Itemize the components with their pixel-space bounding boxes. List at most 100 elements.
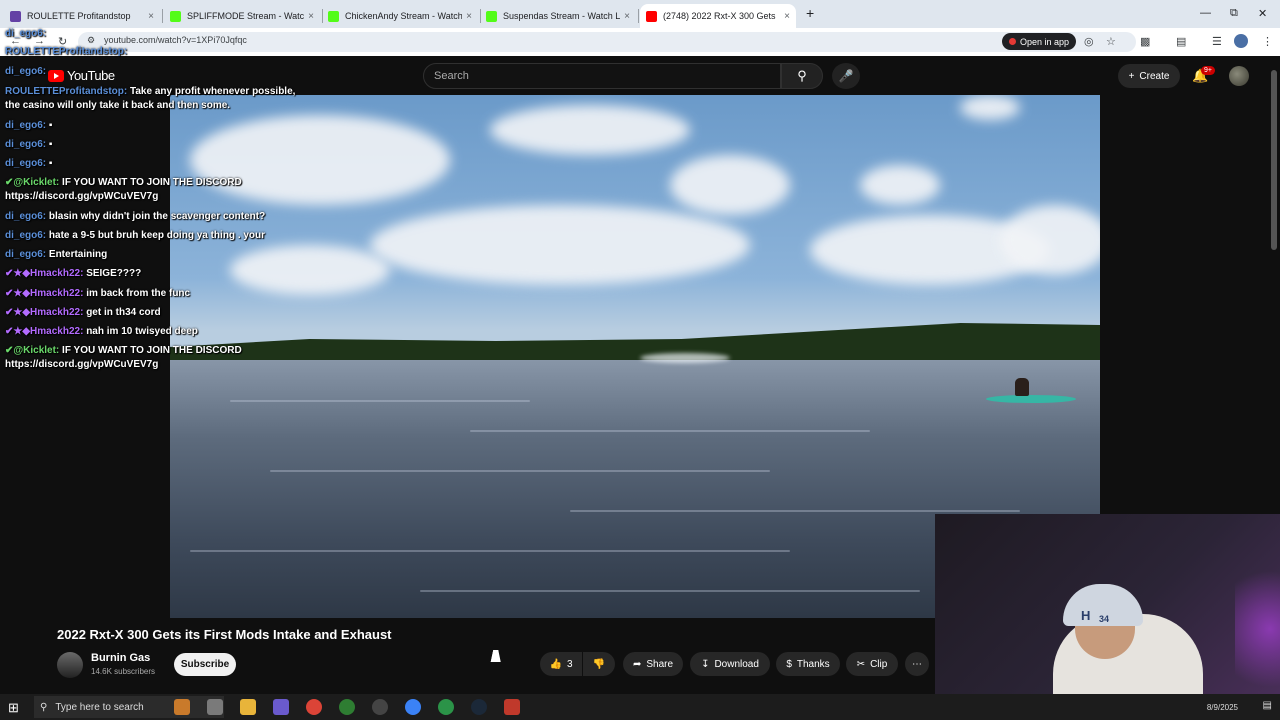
taskbar-app-icon[interactable] xyxy=(339,699,355,715)
tab-title: ChickenAndy Stream - Watch Li xyxy=(345,11,463,21)
like-button[interactable]: 👍 3 xyxy=(540,652,582,676)
taskbar-date[interactable]: 8/9/2025 xyxy=(1207,703,1238,712)
browser-tab[interactable]: ChickenAndy Stream - Watch Li × xyxy=(322,4,478,28)
tab-title: (2748) 2022 Rxt-X 300 Gets xyxy=(663,11,776,21)
tree-line xyxy=(170,323,1100,363)
taskbar-app-icon[interactable] xyxy=(471,699,487,715)
share-button[interactable]: ➦ Share xyxy=(623,652,683,676)
jetski-spray xyxy=(640,353,730,363)
windows-start-icon[interactable]: ⊞ xyxy=(8,700,19,716)
wave xyxy=(190,550,790,552)
chat-message: di_ego6: hate a 9-5 but bruh keep doing … xyxy=(5,230,265,241)
account-avatar[interactable] xyxy=(1229,66,1249,86)
chat-username: di_ego6: xyxy=(5,249,47,260)
sidebar-icon[interactable]: ▤ xyxy=(1176,35,1186,48)
download-button[interactable]: ↧ Download xyxy=(690,652,770,676)
search-icon: ⚲ xyxy=(40,701,48,713)
taskbar-app-icon[interactable] xyxy=(438,699,454,715)
site-info-icon[interactable]: ⚙ xyxy=(87,35,95,46)
search-icon[interactable]: ⚲ xyxy=(781,63,823,89)
cloud xyxy=(960,95,1020,120)
chat-message: ✔@Kicklet: IF YOU WANT TO JOIN THE DISCO… xyxy=(5,177,242,188)
close-tab-icon[interactable]: × xyxy=(466,11,472,22)
clip-button[interactable]: ✂ Clip xyxy=(846,652,898,676)
url-text[interactable]: youtube.com/watch?v=1XPi70Jqfqc xyxy=(104,35,247,45)
chat-message: di_ego6: ▪ xyxy=(5,158,52,169)
search-input[interactable]: Search xyxy=(423,63,781,89)
taskbar-app-icon[interactable] xyxy=(174,699,190,715)
dislike-button[interactable]: 👎 xyxy=(583,652,615,676)
chat-text: ▪ xyxy=(48,139,53,150)
taskbar-app-icon[interactable] xyxy=(306,699,322,715)
chat-message: di_ego6: xyxy=(5,66,46,77)
cloud xyxy=(860,165,940,205)
wave xyxy=(270,470,770,472)
mouse-cursor-icon xyxy=(490,650,504,662)
browser-tab[interactable]: ROULETTE Profitandstop × xyxy=(4,4,160,28)
tab-favicon-icon xyxy=(486,10,497,22)
microphone-icon[interactable]: 🎤 xyxy=(832,63,860,89)
chat-text: ▪ xyxy=(48,120,53,131)
extensions-icon[interactable]: ▩ xyxy=(1140,35,1150,48)
taskbar-app-icon[interactable] xyxy=(207,699,223,715)
create-button[interactable]: + Create xyxy=(1118,64,1180,88)
chat-username: ✔★◆Hmackh22: xyxy=(5,268,84,279)
chat-username: di_ego6: xyxy=(5,230,47,241)
eye-off-icon[interactable]: ◎ xyxy=(1084,35,1094,48)
tab-separator xyxy=(162,9,163,23)
taskbar-app-icon[interactable] xyxy=(273,699,289,715)
close-tab-icon[interactable]: × xyxy=(148,11,154,22)
restore-icon[interactable]: ⧉ xyxy=(1230,7,1238,20)
close-tab-icon[interactable]: × xyxy=(308,11,314,22)
chat-message: di_ego6: blasin why didn't join the scav… xyxy=(5,211,265,222)
chat-text: get in th34 cord xyxy=(86,307,161,318)
page-scrollbar[interactable] xyxy=(1271,70,1277,250)
browser-tab[interactable]: Suspendas Stream - Watch Live × xyxy=(480,4,636,28)
more-actions-button[interactable]: ⋯ xyxy=(905,652,929,676)
close-window-icon[interactable]: ✕ xyxy=(1258,7,1267,20)
cloud xyxy=(190,115,450,205)
chat-username: ✔★◆Hmackh22: xyxy=(5,326,84,337)
purple-light xyxy=(1235,554,1280,704)
chat-text: https://discord.gg/vpWCuVEV7g xyxy=(5,191,159,202)
chat-message: ROULETTEProfitandstop: xyxy=(5,46,127,57)
profile-icon[interactable] xyxy=(1234,34,1248,48)
close-tab-icon[interactable]: × xyxy=(784,11,790,22)
youtube-play-icon xyxy=(48,69,64,82)
chat-username: di_ego6: xyxy=(5,120,47,131)
chat-message: ROULETTEProfitandstop: Take any profit w… xyxy=(5,86,295,97)
taskbar-app-icon[interactable] xyxy=(405,699,421,715)
chat-message: ✔★◆Hmackh22: nah im 10 twisyed deep xyxy=(5,326,198,337)
chat-message: di_ego6: xyxy=(5,28,46,39)
chat-text: IF YOU WANT TO JOIN THE DISCORD xyxy=(62,177,242,188)
bookmark-star-icon[interactable]: ☆ xyxy=(1106,35,1116,48)
subscribe-button[interactable]: Subscribe xyxy=(174,653,236,676)
close-tab-icon[interactable]: × xyxy=(624,11,630,22)
chat-username: ✔@Kicklet: xyxy=(5,345,60,356)
thanks-button[interactable]: $ Thanks xyxy=(776,652,840,676)
menu-dots-icon[interactable]: ⋮ xyxy=(1262,35,1273,48)
notification-center-icon[interactable]: ▤ xyxy=(1263,700,1272,711)
tab-title: ROULETTE Profitandstop xyxy=(27,11,131,21)
download-icon: ↧ xyxy=(701,658,710,670)
chat-username: di_ego6: xyxy=(5,66,47,77)
new-tab-button[interactable]: + xyxy=(806,5,814,21)
open-in-app-button[interactable]: Open in app xyxy=(1002,33,1076,50)
thumbs-up-icon: 👍 xyxy=(549,658,562,670)
thanks-icon: $ xyxy=(786,658,792,670)
media-controls-icon[interactable]: ☰ xyxy=(1212,35,1222,48)
taskbar-app-icon[interactable] xyxy=(240,699,256,715)
channel-name[interactable]: Burnin Gas xyxy=(91,652,150,664)
channel-avatar[interactable] xyxy=(57,652,83,678)
minimize-icon[interactable]: — xyxy=(1200,7,1211,19)
browser-tab[interactable]: SPLIFFMODE Stream - Watch Li× xyxy=(164,4,320,28)
chat-text: SEIGE???? xyxy=(86,268,142,279)
chat-username: di_ego6: xyxy=(5,158,47,169)
taskbar-app-icon[interactable] xyxy=(372,699,388,715)
taskbar-app-icon[interactable] xyxy=(504,699,520,715)
taskbar-search-input[interactable]: ⚲ Type here to search xyxy=(34,696,224,718)
browser-tab[interactable]: (2748) 2022 Rxt-X 300 Gets × xyxy=(640,4,796,28)
chat-message: https://discord.gg/vpWCuVEV7g xyxy=(5,191,158,202)
chat-message: https://discord.gg/vpWCuVEV7g xyxy=(5,359,158,370)
youtube-logo[interactable]: YouTube xyxy=(48,68,115,83)
